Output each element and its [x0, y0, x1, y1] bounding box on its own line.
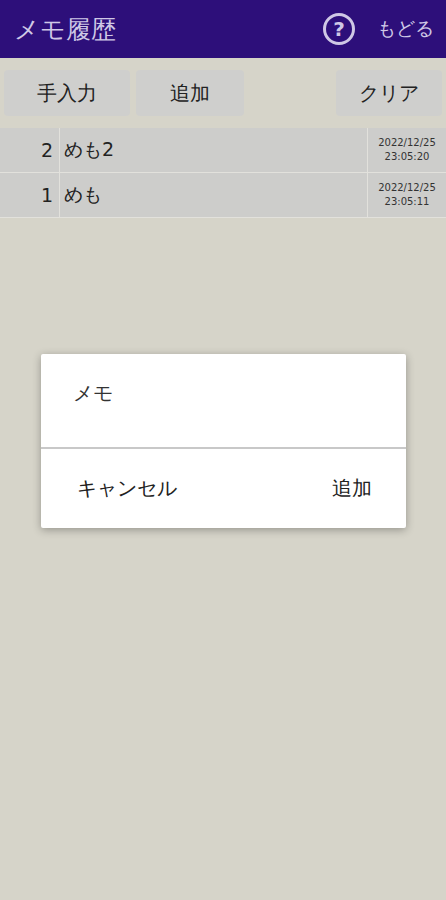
memo-list: 2めも22022/12/2523:05:201めも2022/12/2523:05…	[0, 128, 446, 218]
memo-history-screen: メモ履歴?もどる手入力追加クリア2めも22022/12/2523:05:201め…	[0, 0, 446, 900]
memo-dialog: メモキャンセル 追加	[41, 354, 406, 528]
row-datetime: 2022/12/2523:05:20	[368, 128, 446, 172]
toolbar-button[interactable]: クリア	[336, 70, 442, 116]
row-text: めも2	[60, 128, 368, 172]
row-datetime: 2022/12/2523:05:11	[368, 173, 446, 217]
modal-overlay: メモキャンセル 追加	[0, 0, 446, 900]
back-button[interactable]: もどる	[377, 16, 434, 42]
toolbar-button[interactable]: 追加	[136, 70, 244, 116]
memo-row[interactable]: 2めも22022/12/2523:05:20	[0, 128, 446, 173]
screen-title: メモ履歴	[14, 13, 116, 46]
dialog-button[interactable]: キャンセル	[77, 471, 177, 506]
app-header: メモ履歴? もどる	[0, 0, 446, 58]
toolbar-button[interactable]: 手入力	[4, 70, 130, 116]
memo-input[interactable]: メモ	[41, 354, 406, 449]
memo-row[interactable]: 1めも2022/12/2523:05:11	[0, 173, 446, 218]
row-text: めも	[60, 173, 368, 217]
row-number: 1	[0, 173, 60, 217]
dialog-button[interactable]: 追加	[332, 471, 372, 506]
row-number: 2	[0, 128, 60, 172]
help-icon[interactable]: ?	[323, 13, 355, 45]
toolbar: 手入力追加 クリア	[0, 58, 446, 128]
